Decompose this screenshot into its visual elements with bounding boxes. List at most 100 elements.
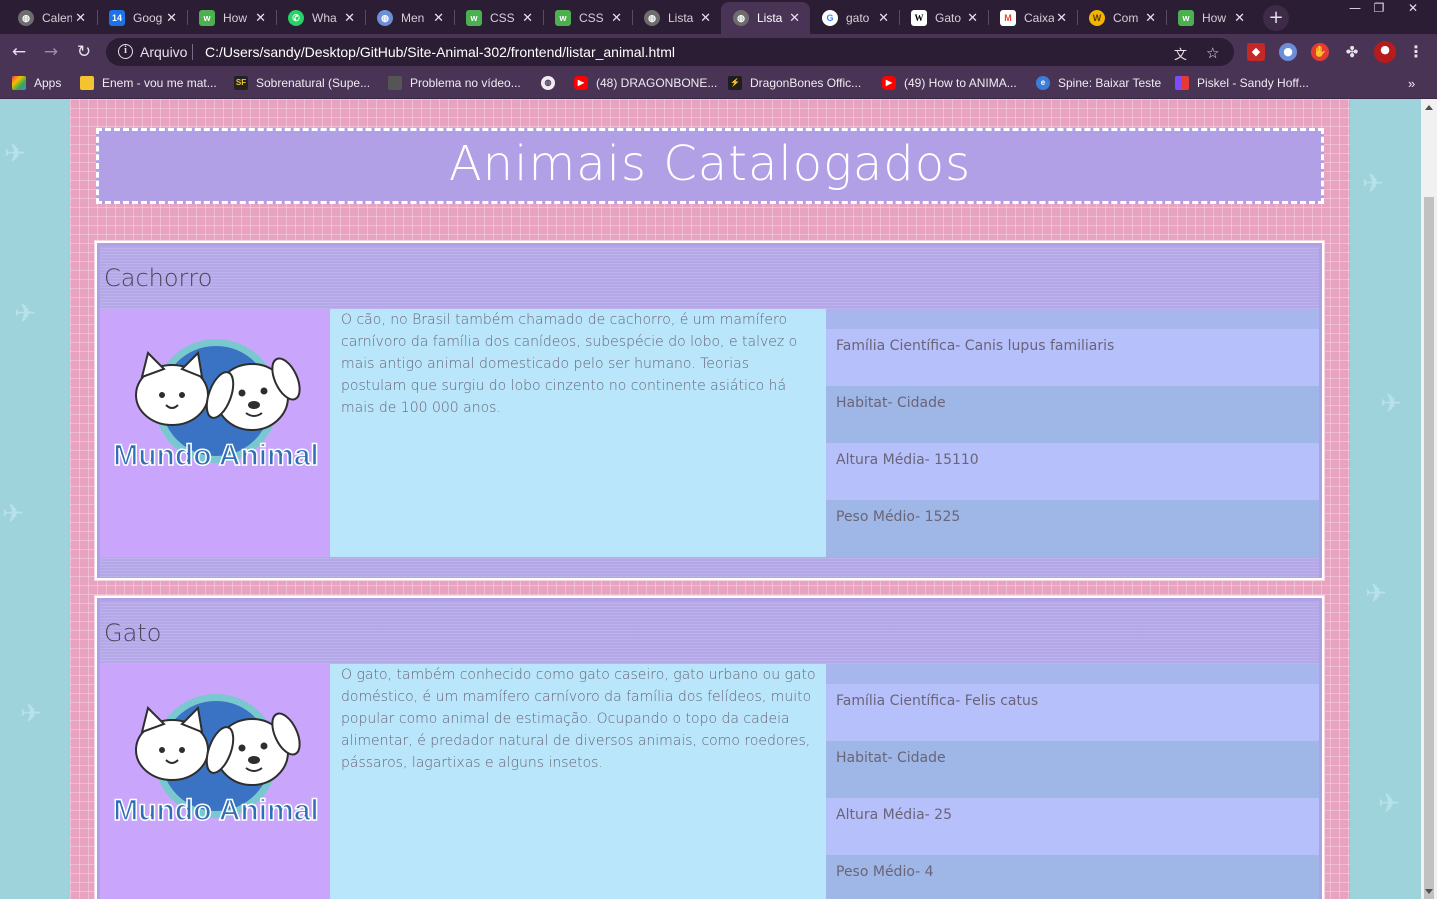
bookmark-sobrenatural[interactable]: SF Sobrenatural (Supe... [234, 76, 370, 90]
avatar[interactable]: ● [1374, 41, 1396, 63]
close-icon[interactable]: ✕ [344, 10, 355, 26]
menu-icon[interactable]: ⋮ [1407, 43, 1425, 61]
tab-label: Men [401, 11, 425, 25]
close-window-button[interactable]: ✕ [1399, 0, 1427, 18]
protocol-label: Arquivo [140, 44, 188, 60]
bookmark-dragonbones[interactable]: ⚡ DragonBones Offic... [728, 76, 861, 90]
globe-icon: ◍ [733, 10, 749, 26]
close-icon[interactable]: ✕ [1234, 10, 1245, 26]
scroll-up-arrow-icon[interactable] [1425, 105, 1433, 110]
calendar-icon: 14 [109, 10, 125, 26]
tab-label: CSS [579, 11, 604, 25]
reload-button[interactable]: ↻ [73, 41, 95, 63]
tab-6[interactable]: w CSS ✕ [454, 2, 543, 34]
hand-icon[interactable]: ✋ [1311, 43, 1329, 61]
back-button[interactable]: ← [8, 41, 30, 63]
tab-10[interactable]: G gato ✕ [810, 2, 899, 34]
close-icon[interactable]: ✕ [611, 10, 622, 26]
new-tab-button[interactable]: + [1263, 5, 1289, 31]
bird-icon: ✈ [1378, 789, 1400, 819]
animal-name: Gato [104, 619, 162, 647]
tab-label: Lista [668, 11, 694, 25]
close-icon[interactable]: ✕ [433, 10, 444, 26]
close-icon[interactable]: ✕ [522, 10, 533, 26]
tab-label: Goog [133, 11, 163, 25]
tab-label: CSS [490, 11, 515, 25]
tab-14[interactable]: w How ✕ [1166, 2, 1255, 34]
info-icon[interactable]: i [118, 44, 133, 59]
bookmark-youtube-anima[interactable]: ▶ (49) How to ANIMA... [882, 76, 1017, 90]
tab-12[interactable]: M Caixa ✕ [988, 2, 1077, 34]
spine-icon: e [1036, 76, 1050, 90]
bookmark-label: Problema no vídeo... [410, 76, 521, 90]
tab-label: Calen [42, 11, 72, 25]
divider [192, 44, 193, 60]
star-icon[interactable]: ☆ [1206, 44, 1219, 62]
animal-info: Família Científica- Felis catus Habitat-… [826, 664, 1319, 899]
puzzle-icon[interactable]: ✤ [1343, 43, 1361, 61]
card-header: Gato [100, 601, 1319, 664]
tab-label: Com [1113, 11, 1139, 25]
tab-9-active[interactable]: ◍ Lista ✕ [721, 2, 810, 34]
url-text[interactable]: C:/Users/sandy/Desktop/GitHub/Site-Anima… [205, 44, 675, 60]
piskel-icon [1175, 76, 1189, 90]
folder-icon [80, 76, 94, 90]
restore-button[interactable]: ❐ [1365, 0, 1393, 18]
mundo-animal-logo: Mundo Animal [114, 339, 318, 473]
bird-icon: ✈ [20, 699, 42, 729]
tab-label: Gato [935, 11, 962, 25]
wikipedia-icon: W [911, 10, 927, 26]
site-icon [388, 76, 402, 90]
extension-icon[interactable]: ● [1279, 43, 1297, 61]
tab-label: Wha [312, 11, 337, 25]
bookmark-problema[interactable]: Problema no vídeo... [388, 76, 521, 90]
info-peso: Peso Médio- 4 [826, 855, 1319, 899]
close-icon[interactable]: ✕ [1056, 10, 1067, 26]
tab-7[interactable]: w CSS ✕ [543, 2, 632, 34]
scroll-down-arrow-icon[interactable] [1425, 889, 1433, 894]
bookmark-apps[interactable]: Apps [12, 76, 61, 90]
close-icon[interactable]: ✕ [878, 10, 889, 26]
bookmark-enem[interactable]: Enem - vou me mat... [80, 76, 217, 90]
bookmark-label: (48) DRAGONBONE... [596, 76, 718, 90]
wh-icon: w [199, 10, 215, 26]
close-icon[interactable]: ✕ [166, 10, 177, 26]
close-icon[interactable]: ✕ [789, 10, 800, 26]
translate-icon[interactable]: 文 [1174, 44, 1187, 63]
close-icon[interactable]: ✕ [1145, 10, 1156, 26]
tab-1[interactable]: ◍ Calen ✕ [6, 2, 96, 34]
address-bar[interactable]: i Arquivo C:/Users/sandy/Desktop/GitHub/… [106, 38, 1234, 66]
tab-label: How [223, 11, 248, 25]
scrollbar-thumb[interactable] [1424, 197, 1434, 899]
shield-icon[interactable]: ◆ [1247, 43, 1265, 61]
bird-icon: ✈ [14, 299, 36, 329]
tab-13[interactable]: W Com ✕ [1077, 2, 1166, 34]
bookmark-globe[interactable]: ◍ [541, 76, 563, 90]
logo-text: Mundo Animal [114, 439, 318, 472]
info-habitat: Habitat- Cidade [826, 386, 1319, 443]
bookmark-youtube-dragonbone[interactable]: ▶ (48) DRAGONBONE... [574, 76, 717, 90]
close-icon[interactable]: ✕ [255, 10, 266, 26]
tab-3[interactable]: w How ✕ [187, 2, 276, 34]
close-icon[interactable]: ✕ [967, 10, 978, 26]
tab-5[interactable]: ◍ Men ✕ [365, 2, 454, 34]
close-icon[interactable]: ✕ [700, 10, 711, 26]
page-scrollbar[interactable] [1421, 99, 1437, 899]
bookmark-label: DragonBones Offic... [750, 76, 862, 90]
forward-button[interactable]: → [40, 41, 62, 63]
bookmarks-overflow-icon[interactable]: » [1408, 76, 1415, 91]
bookmark-spine[interactable]: e Spine: Baixar Teste [1036, 76, 1161, 90]
whatsapp-icon: ✆ [288, 10, 304, 26]
globe-icon: ◍ [377, 10, 393, 26]
apps-grid-icon [12, 76, 26, 90]
close-icon[interactable]: ✕ [75, 10, 86, 26]
bookmark-label: Sobrenatural (Supe... [256, 76, 371, 90]
coin-icon: W [1089, 10, 1105, 26]
tab-11[interactable]: W Gato ✕ [899, 2, 988, 34]
page-header: Animais Catalogados [96, 128, 1324, 204]
info-habitat: Habitat- Cidade [826, 741, 1319, 798]
tab-8[interactable]: ◍ Lista ✕ [632, 2, 721, 34]
tab-4[interactable]: ✆ Wha ✕ [276, 2, 365, 34]
bookmark-piskel[interactable]: Piskel - Sandy Hoff... [1175, 76, 1309, 90]
tab-2[interactable]: 14 Goog ✕ [97, 2, 187, 34]
